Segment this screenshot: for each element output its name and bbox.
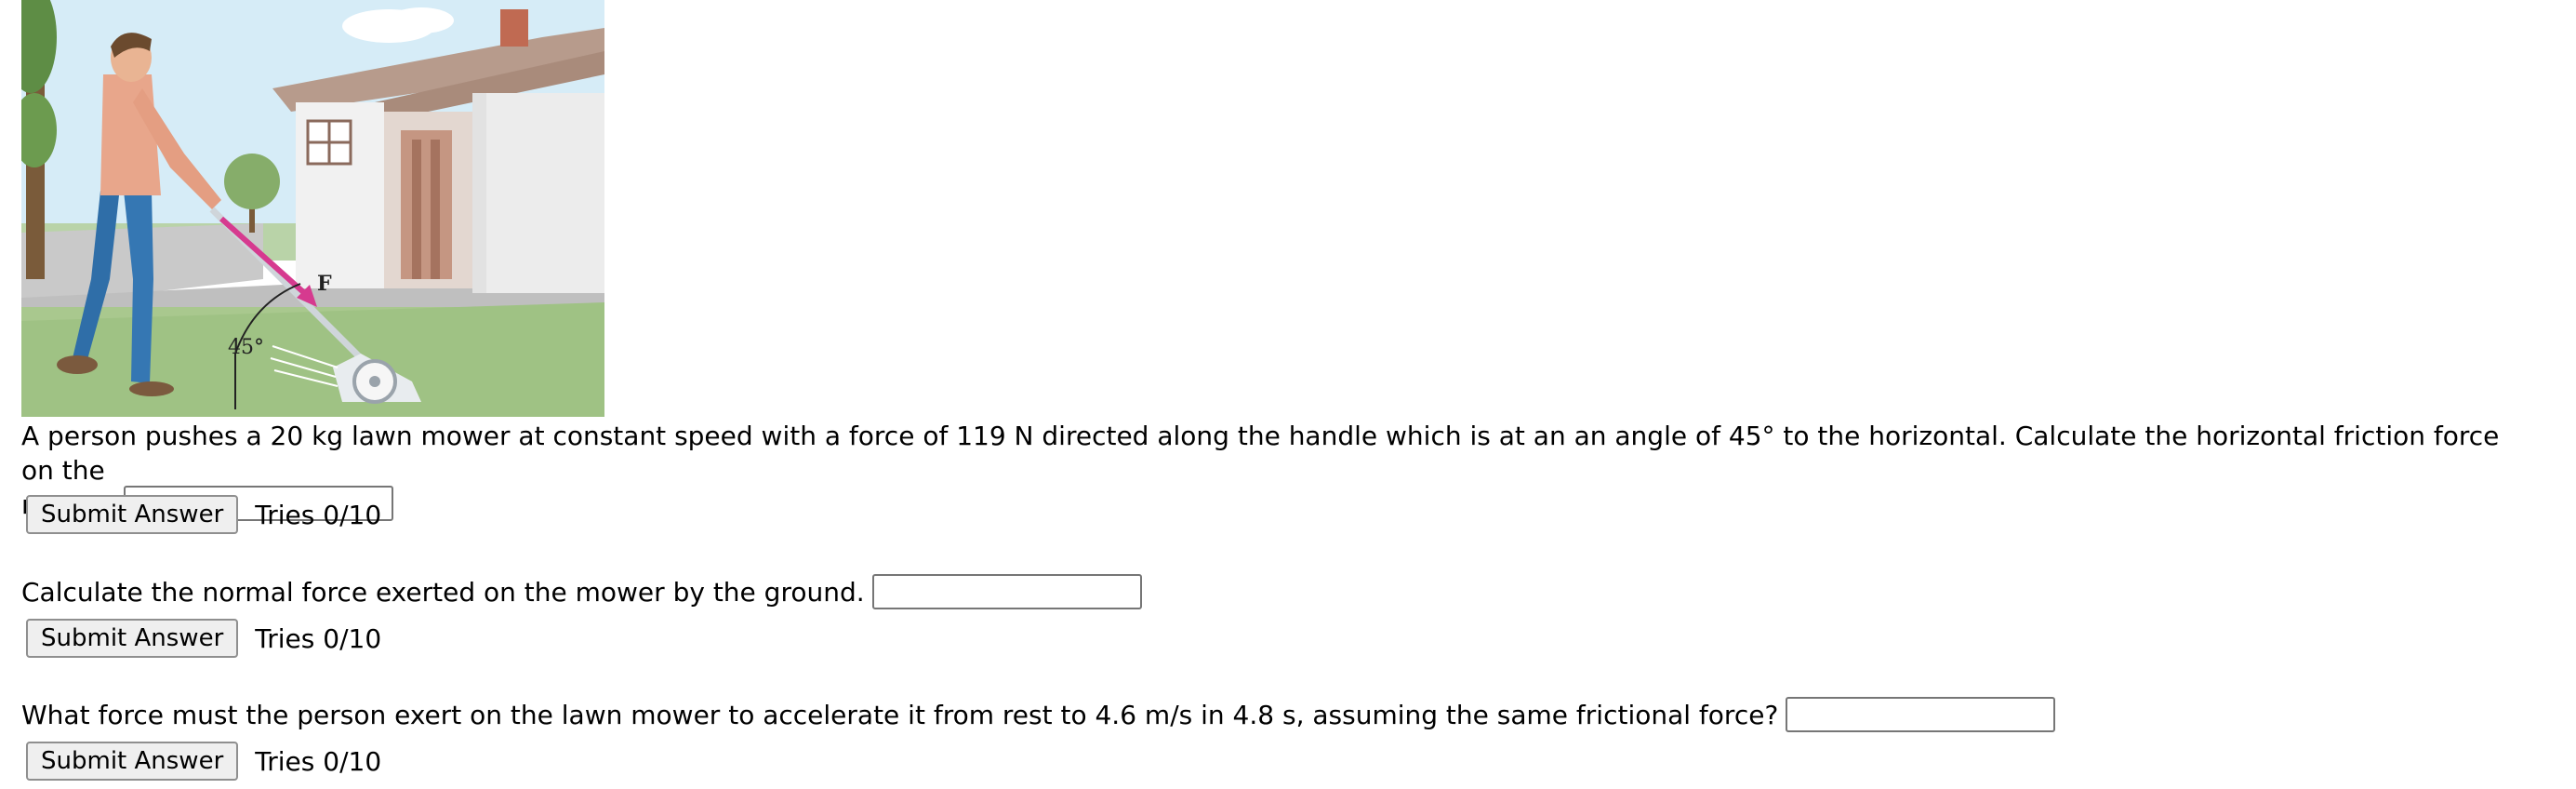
question-1-text-line1: A person pushes a 20 kg lawn mower at co… (21, 421, 2500, 486)
submit-answer-button-2[interactable]: Submit Answer (26, 619, 239, 658)
question-3: What force must the person exert on the … (21, 697, 2056, 732)
tries-counter-2: Tries 0/10 (255, 622, 382, 654)
question-2-text: Calculate the normal force exerted on th… (21, 576, 865, 608)
lawn-mower-figure: F 45° (21, 0, 604, 417)
submit-row-2: Submit Answer Tries 0/10 (26, 619, 381, 658)
question-2: Calculate the normal force exerted on th… (21, 574, 1142, 609)
submit-answer-button-3[interactable]: Submit Answer (26, 742, 239, 781)
answer-input-3[interactable] (1786, 697, 2056, 732)
submit-row-3: Submit Answer Tries 0/10 (26, 742, 381, 781)
question-3-text: What force must the person exert on the … (21, 699, 1779, 730)
submit-answer-button-1[interactable]: Submit Answer (26, 495, 239, 534)
tries-counter-3: Tries 0/10 (255, 745, 382, 777)
lawn-mower-illustration: F 45° (21, 0, 604, 417)
tries-counter-1: Tries 0/10 (255, 499, 382, 530)
question-1: A person pushes a 20 kg lawn mower at co… (21, 419, 2532, 522)
answer-input-2[interactable] (871, 574, 1142, 609)
force-label: F (317, 272, 332, 296)
submit-row-1: Submit Answer Tries 0/10 (26, 495, 381, 534)
page: F 45° A person pushes a 20 kg lawn mower… (0, 0, 2576, 789)
angle-label: 45° (228, 336, 264, 359)
